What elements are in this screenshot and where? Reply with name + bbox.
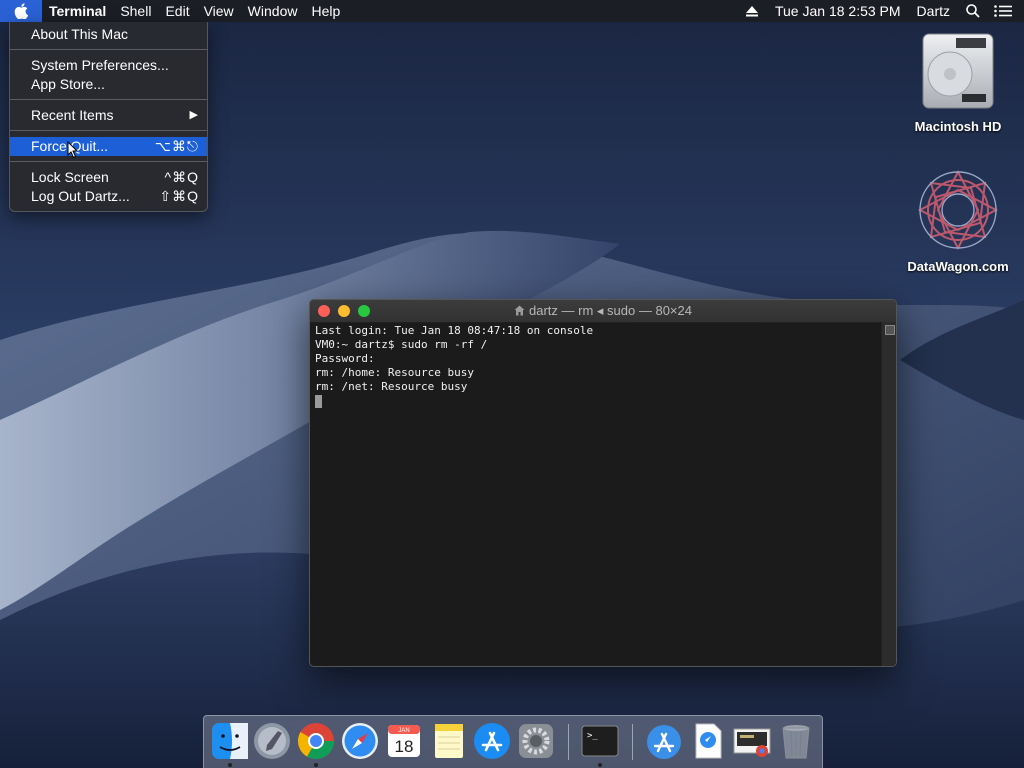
finder-icon (212, 723, 248, 759)
dock-applications-folder[interactable] (644, 721, 684, 761)
terminal-titlebar[interactable]: dartz — rm ◂ sudo — 80×24 (310, 300, 896, 323)
notification-center-icon[interactable] (988, 0, 1018, 22)
safari-icon (342, 723, 378, 759)
menu-separator (10, 99, 207, 100)
app-store-icon (474, 723, 510, 759)
calendar-month: JAN (398, 728, 409, 734)
apple-menu-button[interactable] (0, 0, 42, 22)
menu-item-label: About This Mac (31, 26, 129, 42)
notes-icon (435, 724, 463, 758)
menu-item-shortcut: ^⌘Q (164, 169, 199, 185)
terminal-output[interactable]: Last login: Tue Jan 18 08:47:18 on conso… (315, 324, 880, 662)
running-indicator (228, 763, 232, 767)
launchpad-icon (254, 723, 290, 759)
screenshot-file-icon (733, 728, 771, 757)
terminal-title: dartz — rm ◂ sudo — 80×24 (529, 303, 692, 318)
dock-chrome[interactable] (296, 721, 336, 761)
menu-item-app-store[interactable]: App Store... (10, 75, 207, 94)
calendar-icon: JAN 18 (388, 725, 420, 757)
menu-separator (10, 130, 207, 131)
menu-item-label: Lock Screen (31, 169, 109, 185)
dock-terminal[interactable]: >_ (580, 721, 620, 761)
terminal-line: Last login: Tue Jan 18 08:47:18 on conso… (315, 324, 594, 337)
desktop-icon-macintosh-hd[interactable]: Macintosh HD (903, 32, 1013, 134)
apple-logo-icon (14, 3, 28, 19)
running-indicator (314, 763, 318, 767)
dock-separator (632, 724, 633, 760)
chrome-icon (297, 723, 334, 760)
menu-window[interactable]: Window (241, 0, 305, 22)
apple-dropdown-menu: About This Mac System Preferences... App… (9, 22, 208, 212)
dock-calendar[interactable]: JAN 18 (384, 721, 424, 761)
applications-folder-icon (647, 725, 681, 759)
menu-item-force-quit[interactable]: Force Quit... ⌥⌘⎋ (10, 137, 207, 156)
trash-icon (782, 725, 810, 759)
menu-help[interactable]: Help (304, 0, 347, 22)
terminal-scrollbar[interactable] (881, 322, 896, 666)
dock: JAN 18 >_ (203, 715, 823, 768)
terminal-icon: >_ (581, 725, 619, 757)
dock-notes[interactable] (428, 721, 468, 761)
dock-downloads[interactable] (688, 721, 728, 761)
terminal-line: Password: (315, 352, 375, 365)
svg-text:>_: >_ (587, 731, 598, 741)
desktop-icon-datawagon[interactable]: DataWagon.com (903, 168, 1013, 274)
menu-item-label: App Store... (31, 76, 105, 92)
menu-item-recent-items[interactable]: Recent Items ▶ (10, 106, 207, 125)
menu-item-lock-screen[interactable]: Lock Screen ^⌘Q (10, 168, 207, 187)
menu-separator (10, 49, 207, 50)
running-indicator (598, 763, 602, 767)
system-preferences-icon (519, 724, 553, 758)
terminal-line: rm: /home: Resource busy (315, 366, 474, 379)
datawagon-logo-icon (917, 169, 999, 251)
menu-item-system-preferences[interactable]: System Preferences... (10, 56, 207, 75)
menu-view[interactable]: View (197, 0, 241, 22)
menu-bar: Terminal Shell Edit View Window Help Tue… (0, 0, 1024, 22)
scroll-marker-icon (885, 325, 895, 335)
menu-item-label: System Preferences... (31, 57, 169, 73)
dock-trash[interactable] (776, 721, 816, 761)
menu-shell[interactable]: Shell (113, 0, 158, 22)
submenu-arrow-icon: ▶ (189, 109, 199, 121)
terminal-line: rm: /net: Resource busy (315, 380, 468, 393)
terminal-cursor (315, 395, 322, 408)
dock-separator (568, 724, 569, 760)
menu-separator (10, 161, 207, 162)
terminal-line: VM0:~ dartz$ sudo rm -rf / (315, 338, 488, 351)
menu-item-label: Log Out Dartz... (31, 188, 130, 204)
menubar-user[interactable]: Dartz (909, 0, 958, 22)
dock-safari[interactable] (340, 721, 380, 761)
dock-finder[interactable] (210, 721, 250, 761)
menu-app-name[interactable]: Terminal (42, 0, 113, 22)
search-icon[interactable] (958, 0, 988, 22)
dock-launchpad[interactable] (252, 721, 292, 761)
dock-system-preferences[interactable] (516, 721, 556, 761)
dock-screenshot-file[interactable] (732, 721, 772, 761)
eject-icon[interactable] (737, 0, 767, 22)
desktop-icon-label: Macintosh HD (914, 119, 1002, 134)
menu-edit[interactable]: Edit (158, 0, 196, 22)
terminal-title-wrap: dartz — rm ◂ sudo — 80×24 (310, 300, 896, 322)
terminal-window[interactable]: dartz — rm ◂ sudo — 80×24 Last login: Tu… (309, 299, 897, 667)
home-folder-icon (514, 305, 525, 316)
menubar-clock[interactable]: Tue Jan 18 2:53 PM (767, 0, 909, 22)
menu-item-about-this-mac[interactable]: About This Mac (10, 25, 207, 44)
hard-drive-icon (922, 33, 994, 109)
menu-item-shortcut: ⇧⌘Q (159, 188, 199, 204)
menu-item-shortcut: ⌥⌘⎋ (154, 138, 199, 154)
desktop-icon-label: DataWagon.com (907, 259, 1009, 274)
downloads-icon (695, 723, 722, 759)
mouse-cursor-icon (67, 141, 79, 159)
menu-item-label: Recent Items (31, 107, 114, 123)
menu-item-log-out[interactable]: Log Out Dartz... ⇧⌘Q (10, 187, 207, 206)
dock-app-store[interactable] (472, 721, 512, 761)
calendar-day: 18 (395, 737, 414, 756)
